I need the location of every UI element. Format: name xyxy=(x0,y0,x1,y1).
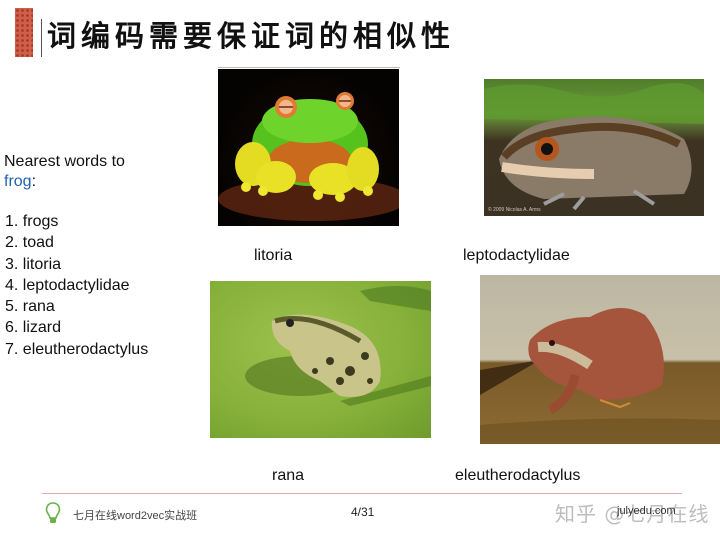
photo-eleutherodactylus xyxy=(480,275,720,444)
slide-title: 词编码需要保证词的相似性 xyxy=(47,19,456,53)
list-item: 3. litoria xyxy=(5,255,62,273)
lightbulb-icon xyxy=(45,502,61,523)
leptodactylidae-frog-image: © 2009 Nicolas A. Arms xyxy=(484,83,704,213)
caption-eleutherodactylus: eleutherodactylus xyxy=(455,467,581,484)
litoria-frog-image xyxy=(218,92,399,221)
list-item: 5. rana xyxy=(5,298,55,316)
intro-suffix: : xyxy=(31,173,37,190)
caption-rana: rana xyxy=(272,467,305,484)
photo-rana xyxy=(210,281,431,438)
footer-divider xyxy=(42,493,682,494)
footer-course: 七月在线word2vec实战班 xyxy=(73,510,198,522)
header-divider xyxy=(218,67,400,68)
page-number: 4/31 xyxy=(351,505,375,519)
list-item: 2. toad xyxy=(5,234,54,252)
eleutherodactylus-frog-image xyxy=(480,307,720,444)
list-item: 1. frogs xyxy=(5,213,59,230)
footer-url[interactable]: julyedu.com xyxy=(617,505,676,517)
caption-litoria: litoria xyxy=(254,247,293,264)
nearest-words-list: 1. frogs 2. toad 3. litoria 4. leptodact… xyxy=(5,211,148,360)
photo-litoria xyxy=(218,69,399,226)
photo-credit: © 2009 Nicolas A. Arms xyxy=(488,206,541,213)
caption-leptodactylidae: leptodactylidae xyxy=(463,247,570,264)
list-item: 6. lizard xyxy=(5,319,62,337)
list-item: 4. leptodactylidae xyxy=(5,276,130,294)
intro-keyword: frog xyxy=(4,173,32,190)
list-item: 7. eleutherodactylus xyxy=(5,340,149,358)
nearest-intro: Nearest words to frog: xyxy=(4,152,125,192)
rana-frog-image xyxy=(245,286,431,406)
title-decoration xyxy=(15,8,33,57)
intro-prefix: Nearest words to xyxy=(4,153,125,170)
title-divider xyxy=(41,19,42,57)
photo-leptodactylidae: © 2009 Nicolas A. Arms xyxy=(484,79,704,216)
